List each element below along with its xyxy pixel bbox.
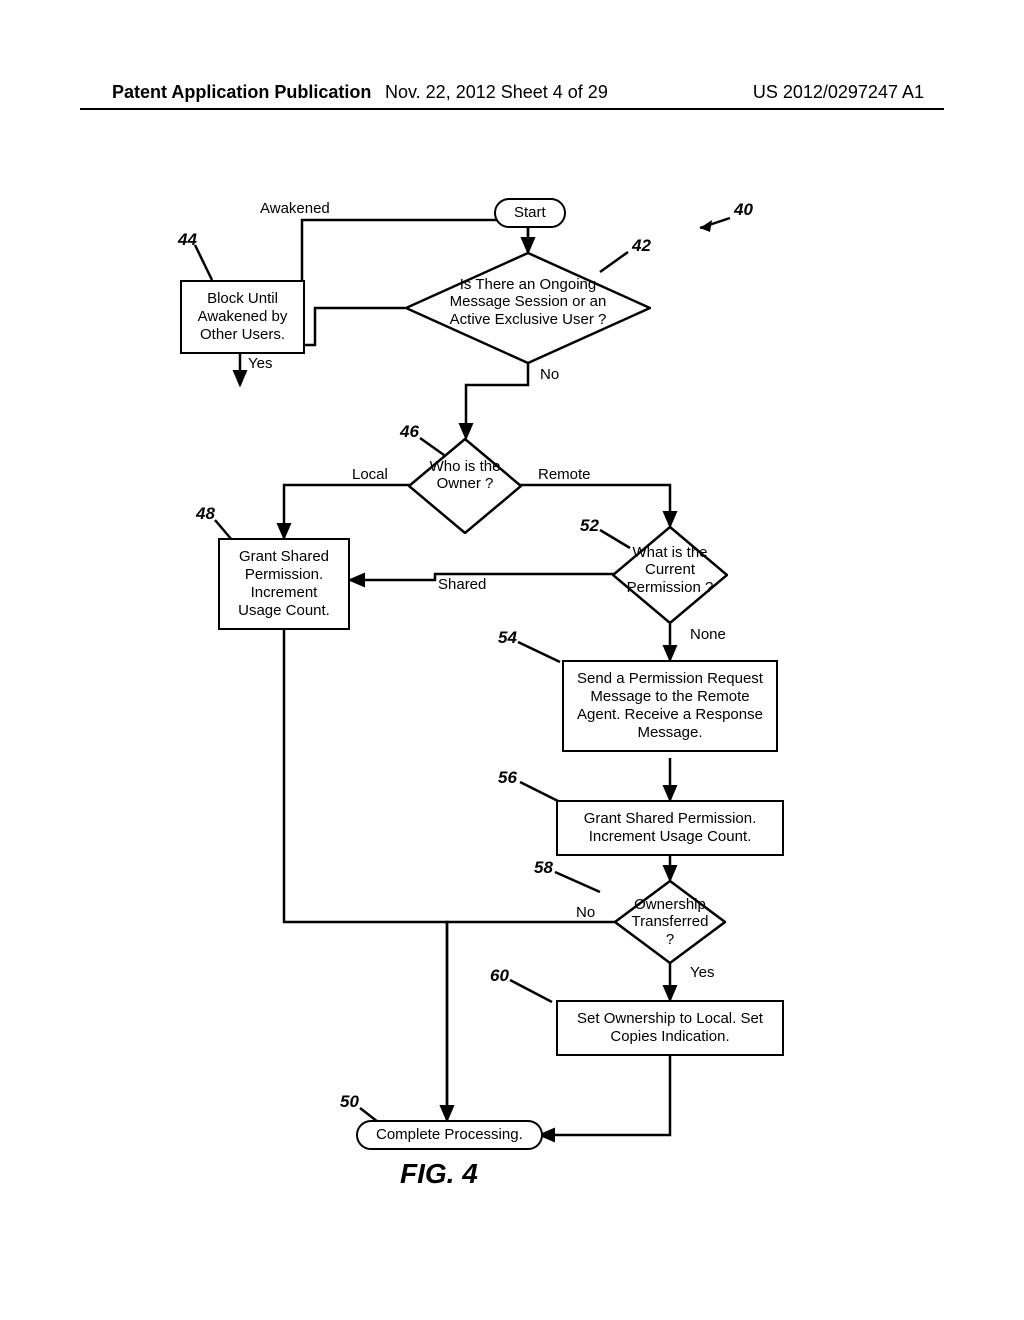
ref-48: 48 (196, 504, 215, 524)
ref-58: 58 (534, 858, 553, 878)
label-no-42: No (540, 366, 559, 383)
page-header: Patent Application Publication Nov. 22, … (0, 82, 1024, 103)
header-right: US 2012/0297247 A1 (753, 82, 924, 103)
figure-label: FIG. 4 (400, 1158, 478, 1190)
label-none: None (690, 626, 726, 643)
label-yes-42: Yes (248, 355, 272, 372)
ref-40: 40 (734, 200, 753, 220)
process-54: Send a Permission Request Message to the… (562, 660, 778, 752)
ref-50: 50 (340, 1092, 359, 1112)
decision-52-text: What is the Current Permission ? (626, 544, 714, 596)
header-rule (80, 108, 944, 110)
decision-46-text: Who is the Owner ? (426, 458, 504, 493)
label-remote: Remote (538, 466, 591, 483)
ref-54: 54 (498, 628, 517, 648)
ref-42: 42 (632, 236, 651, 256)
process-44: Block Until Awakened by Other Users. (180, 280, 305, 354)
decision-58-text: Ownership Transferred ? (626, 896, 714, 948)
ref-60: 60 (490, 966, 509, 986)
decision-42: Is There an Ongoing Message Session or a… (405, 252, 651, 364)
label-no-58: No (576, 904, 595, 921)
header-left: Patent Application Publication (112, 82, 371, 103)
label-shared: Shared (438, 576, 486, 593)
ref-46: 46 (400, 422, 419, 442)
decision-42-text: Is There an Ongoing Message Session or a… (431, 276, 625, 328)
decision-58: Ownership Transferred ? (614, 880, 726, 964)
header-mid: Nov. 22, 2012 Sheet 4 of 29 (385, 82, 608, 103)
flowchart-canvas: Start Is There an Ongoing Message Sessio… (0, 180, 1024, 1230)
decision-46: Who is the Owner ? (408, 438, 522, 534)
start-node: Start (494, 198, 566, 228)
label-local: Local (352, 466, 388, 483)
process-48: Grant Shared Permission. Increment Usage… (218, 538, 350, 630)
process-56: Grant Shared Permission. Increment Usage… (556, 800, 784, 856)
label-awakened: Awakened (260, 200, 330, 217)
label-yes-58: Yes (690, 964, 714, 981)
ref-52: 52 (580, 516, 599, 536)
end-node: Complete Processing. (356, 1120, 543, 1150)
ref-44: 44 (178, 230, 197, 250)
ref-56: 56 (498, 768, 517, 788)
process-60: Set Ownership to Local. Set Copies Indic… (556, 1000, 784, 1056)
decision-52: What is the Current Permission ? (612, 526, 728, 624)
